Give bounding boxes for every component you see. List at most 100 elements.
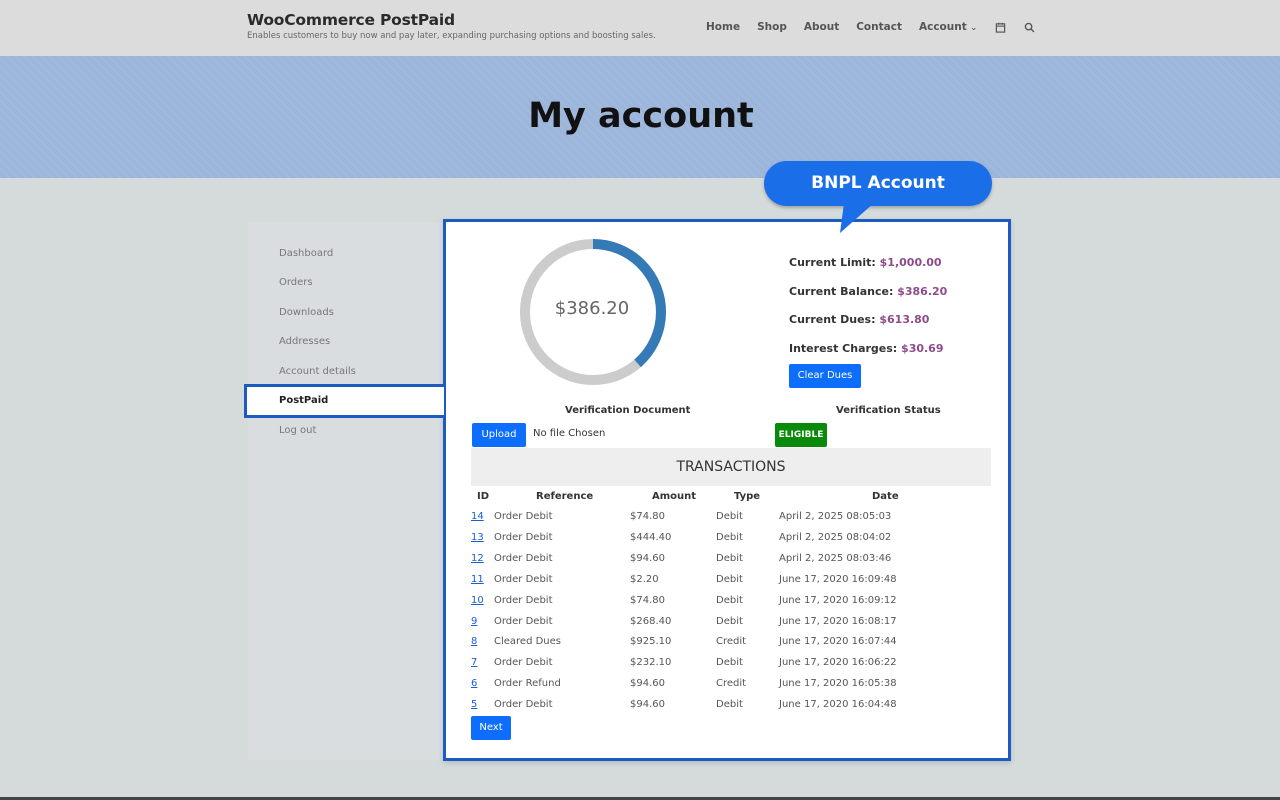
current-balance-value: $386.20 xyxy=(897,285,948,298)
transaction-date: June 17, 2020 16:05:38 xyxy=(779,678,897,690)
transaction-amount: $925.10 xyxy=(630,636,672,648)
transaction-type: Debit xyxy=(716,594,743,606)
transaction-reference: Order Debit xyxy=(494,573,553,585)
transaction-id-link[interactable]: 14 xyxy=(471,511,484,522)
transaction-reference: Order Refund xyxy=(494,678,561,690)
table-row: 8 Cleared Dues $925.10 Credit June 17, 2020 … xyxy=(0,636,1280,657)
transaction-date: April 2, 2025 08:04:02 xyxy=(779,531,892,543)
column-header-date: Date xyxy=(872,491,899,502)
upload-button[interactable]: Upload xyxy=(472,423,526,447)
transaction-type: Debit xyxy=(716,552,743,564)
transaction-reference: Order Debit xyxy=(494,615,553,627)
site-tagline: Enables customers to buy now and pay lat… xyxy=(247,31,656,41)
status-badge: ELIGIBLE xyxy=(775,423,827,447)
nav-home[interactable]: Home xyxy=(706,21,740,33)
table-row: 10 Order Debit $74.80 Debit June 17, 2020 16… xyxy=(0,595,1280,616)
transaction-reference: Order Debit xyxy=(494,511,553,522)
sidebar-item-postpaid[interactable] xyxy=(244,384,444,418)
transaction-id-link[interactable]: 8 xyxy=(471,636,477,647)
transaction-date: June 17, 2020 16:09:12 xyxy=(779,594,897,606)
interest-charges: Interest Charges: $30.69 xyxy=(789,342,944,355)
sidebar-item-account-details[interactable]: Account details xyxy=(279,366,356,377)
table-row: 9 Order Debit $268.40 Debit June 17, 2020 16… xyxy=(0,616,1280,637)
transaction-amount: $74.80 xyxy=(630,594,665,606)
table-row: 6 Order Refund $94.60 Credit June 17, 2020 1… xyxy=(0,678,1280,699)
current-balance-label: Current Balance: xyxy=(789,285,894,298)
transaction-amount: $444.40 xyxy=(630,531,672,543)
column-header-type: Type xyxy=(734,491,761,502)
sidebar-item-downloads[interactable]: Downloads xyxy=(279,307,334,318)
calendar-icon[interactable] xyxy=(994,21,1006,33)
current-limit-value: $1,000.00 xyxy=(879,256,942,269)
transaction-id-link[interactable]: 5 xyxy=(471,699,477,710)
table-row: 12 Order Debit $94.60 Debit April 2, 2025 08… xyxy=(0,553,1280,574)
next-page-button[interactable]: Next xyxy=(471,716,511,740)
current-dues-label: Current Dues: xyxy=(789,313,876,326)
transaction-amount: $74.80 xyxy=(630,511,665,522)
main-nav: Home Shop About Contact Account ⌄ xyxy=(706,21,1052,33)
transaction-id-link[interactable]: 12 xyxy=(471,553,484,564)
transaction-id-link[interactable]: 9 xyxy=(471,616,477,627)
transaction-type: Debit xyxy=(716,657,743,669)
verification-document-label: Verification Document xyxy=(565,405,691,416)
transaction-date: April 2, 2025 08:03:46 xyxy=(779,552,892,564)
transaction-reference: Order Debit xyxy=(494,594,553,606)
transaction-id-link[interactable]: 10 xyxy=(471,595,484,606)
transaction-date: June 17, 2020 16:07:44 xyxy=(779,636,897,648)
callout-tail xyxy=(840,203,874,233)
transaction-id-link[interactable]: 7 xyxy=(471,657,477,668)
transaction-reference: Order Debit xyxy=(494,531,553,543)
transaction-type: Credit xyxy=(716,678,747,690)
nav-contact[interactable]: Contact xyxy=(856,21,902,33)
column-header-id: ID xyxy=(477,491,490,502)
transaction-type: Debit xyxy=(716,531,743,543)
donut-value-label: $386.20 xyxy=(554,298,630,319)
bnpl-callout: BNPL Account xyxy=(764,161,992,206)
verification-status-label: Verification Status xyxy=(836,405,941,416)
transaction-amount: $94.60 xyxy=(630,678,665,690)
current-limit-label: Current Limit: xyxy=(789,256,876,269)
transaction-amount: $94.60 xyxy=(630,699,665,711)
current-limit: Current Limit: $1,000.00 xyxy=(789,256,942,269)
site-title[interactable]: WooCommerce PostPaid xyxy=(247,11,455,29)
transaction-reference: Order Debit xyxy=(494,699,553,711)
page-hero: My account xyxy=(0,56,1280,178)
sidebar-item-orders[interactable]: Orders xyxy=(279,277,313,288)
transaction-amount: $2.20 xyxy=(630,573,659,585)
sidebar-item-postpaid-label[interactable]: PostPaid xyxy=(279,395,328,406)
transaction-reference: Order Debit xyxy=(494,552,553,564)
column-header-reference: Reference xyxy=(536,491,594,502)
transaction-type: Debit xyxy=(716,511,743,522)
clear-dues-button[interactable]: Clear Dues xyxy=(789,364,861,388)
transaction-date: June 17, 2020 16:08:17 xyxy=(779,615,897,627)
interest-charges-value: $30.69 xyxy=(901,342,944,355)
transaction-date: June 17, 2020 16:04:48 xyxy=(779,699,897,711)
table-row: 5 Order Debit $94.60 Debit June 17, 2020 16:… xyxy=(0,699,1280,720)
transaction-id-link[interactable]: 11 xyxy=(471,574,484,585)
transaction-id-link[interactable]: 6 xyxy=(471,678,477,689)
search-icon[interactable] xyxy=(1023,21,1035,33)
transaction-type: Debit xyxy=(716,699,743,711)
transaction-type: Debit xyxy=(716,615,743,627)
nav-shop[interactable]: Shop xyxy=(757,21,787,33)
current-balance: Current Balance: $386.20 xyxy=(789,285,947,298)
column-header-amount: Amount xyxy=(652,491,697,502)
nav-account-label: Account xyxy=(918,21,967,33)
current-dues-value: $613.80 xyxy=(879,313,930,326)
transaction-reference: Cleared Dues xyxy=(494,636,562,648)
transaction-amount: $268.40 xyxy=(630,615,672,627)
table-row: 14 Order Debit $74.80 Debit April 2, 2025 08… xyxy=(0,511,1280,532)
sidebar-item-dashboard[interactable]: Dashboard xyxy=(279,248,333,259)
nav-about[interactable]: About xyxy=(804,21,839,33)
sidebar-item-log-out[interactable]: Log out xyxy=(279,425,316,436)
transaction-date: June 17, 2020 16:06:22 xyxy=(779,657,897,669)
page-title: My account xyxy=(528,96,754,136)
table-row: 11 Order Debit $2.20 Debit June 17, 2020 16:… xyxy=(0,574,1280,595)
transaction-reference: Order Debit xyxy=(494,657,553,669)
sidebar-item-addresses[interactable]: Addresses xyxy=(279,336,330,347)
table-row: 13 Order Debit $444.40 Debit April 2, 2025 0… xyxy=(0,532,1280,553)
transaction-id-link[interactable]: 13 xyxy=(471,532,484,543)
transactions-title: TRANSACTIONS xyxy=(471,448,991,486)
nav-account[interactable]: Account ⌄ xyxy=(919,21,977,33)
transaction-date: June 17, 2020 16:09:48 xyxy=(779,573,897,585)
